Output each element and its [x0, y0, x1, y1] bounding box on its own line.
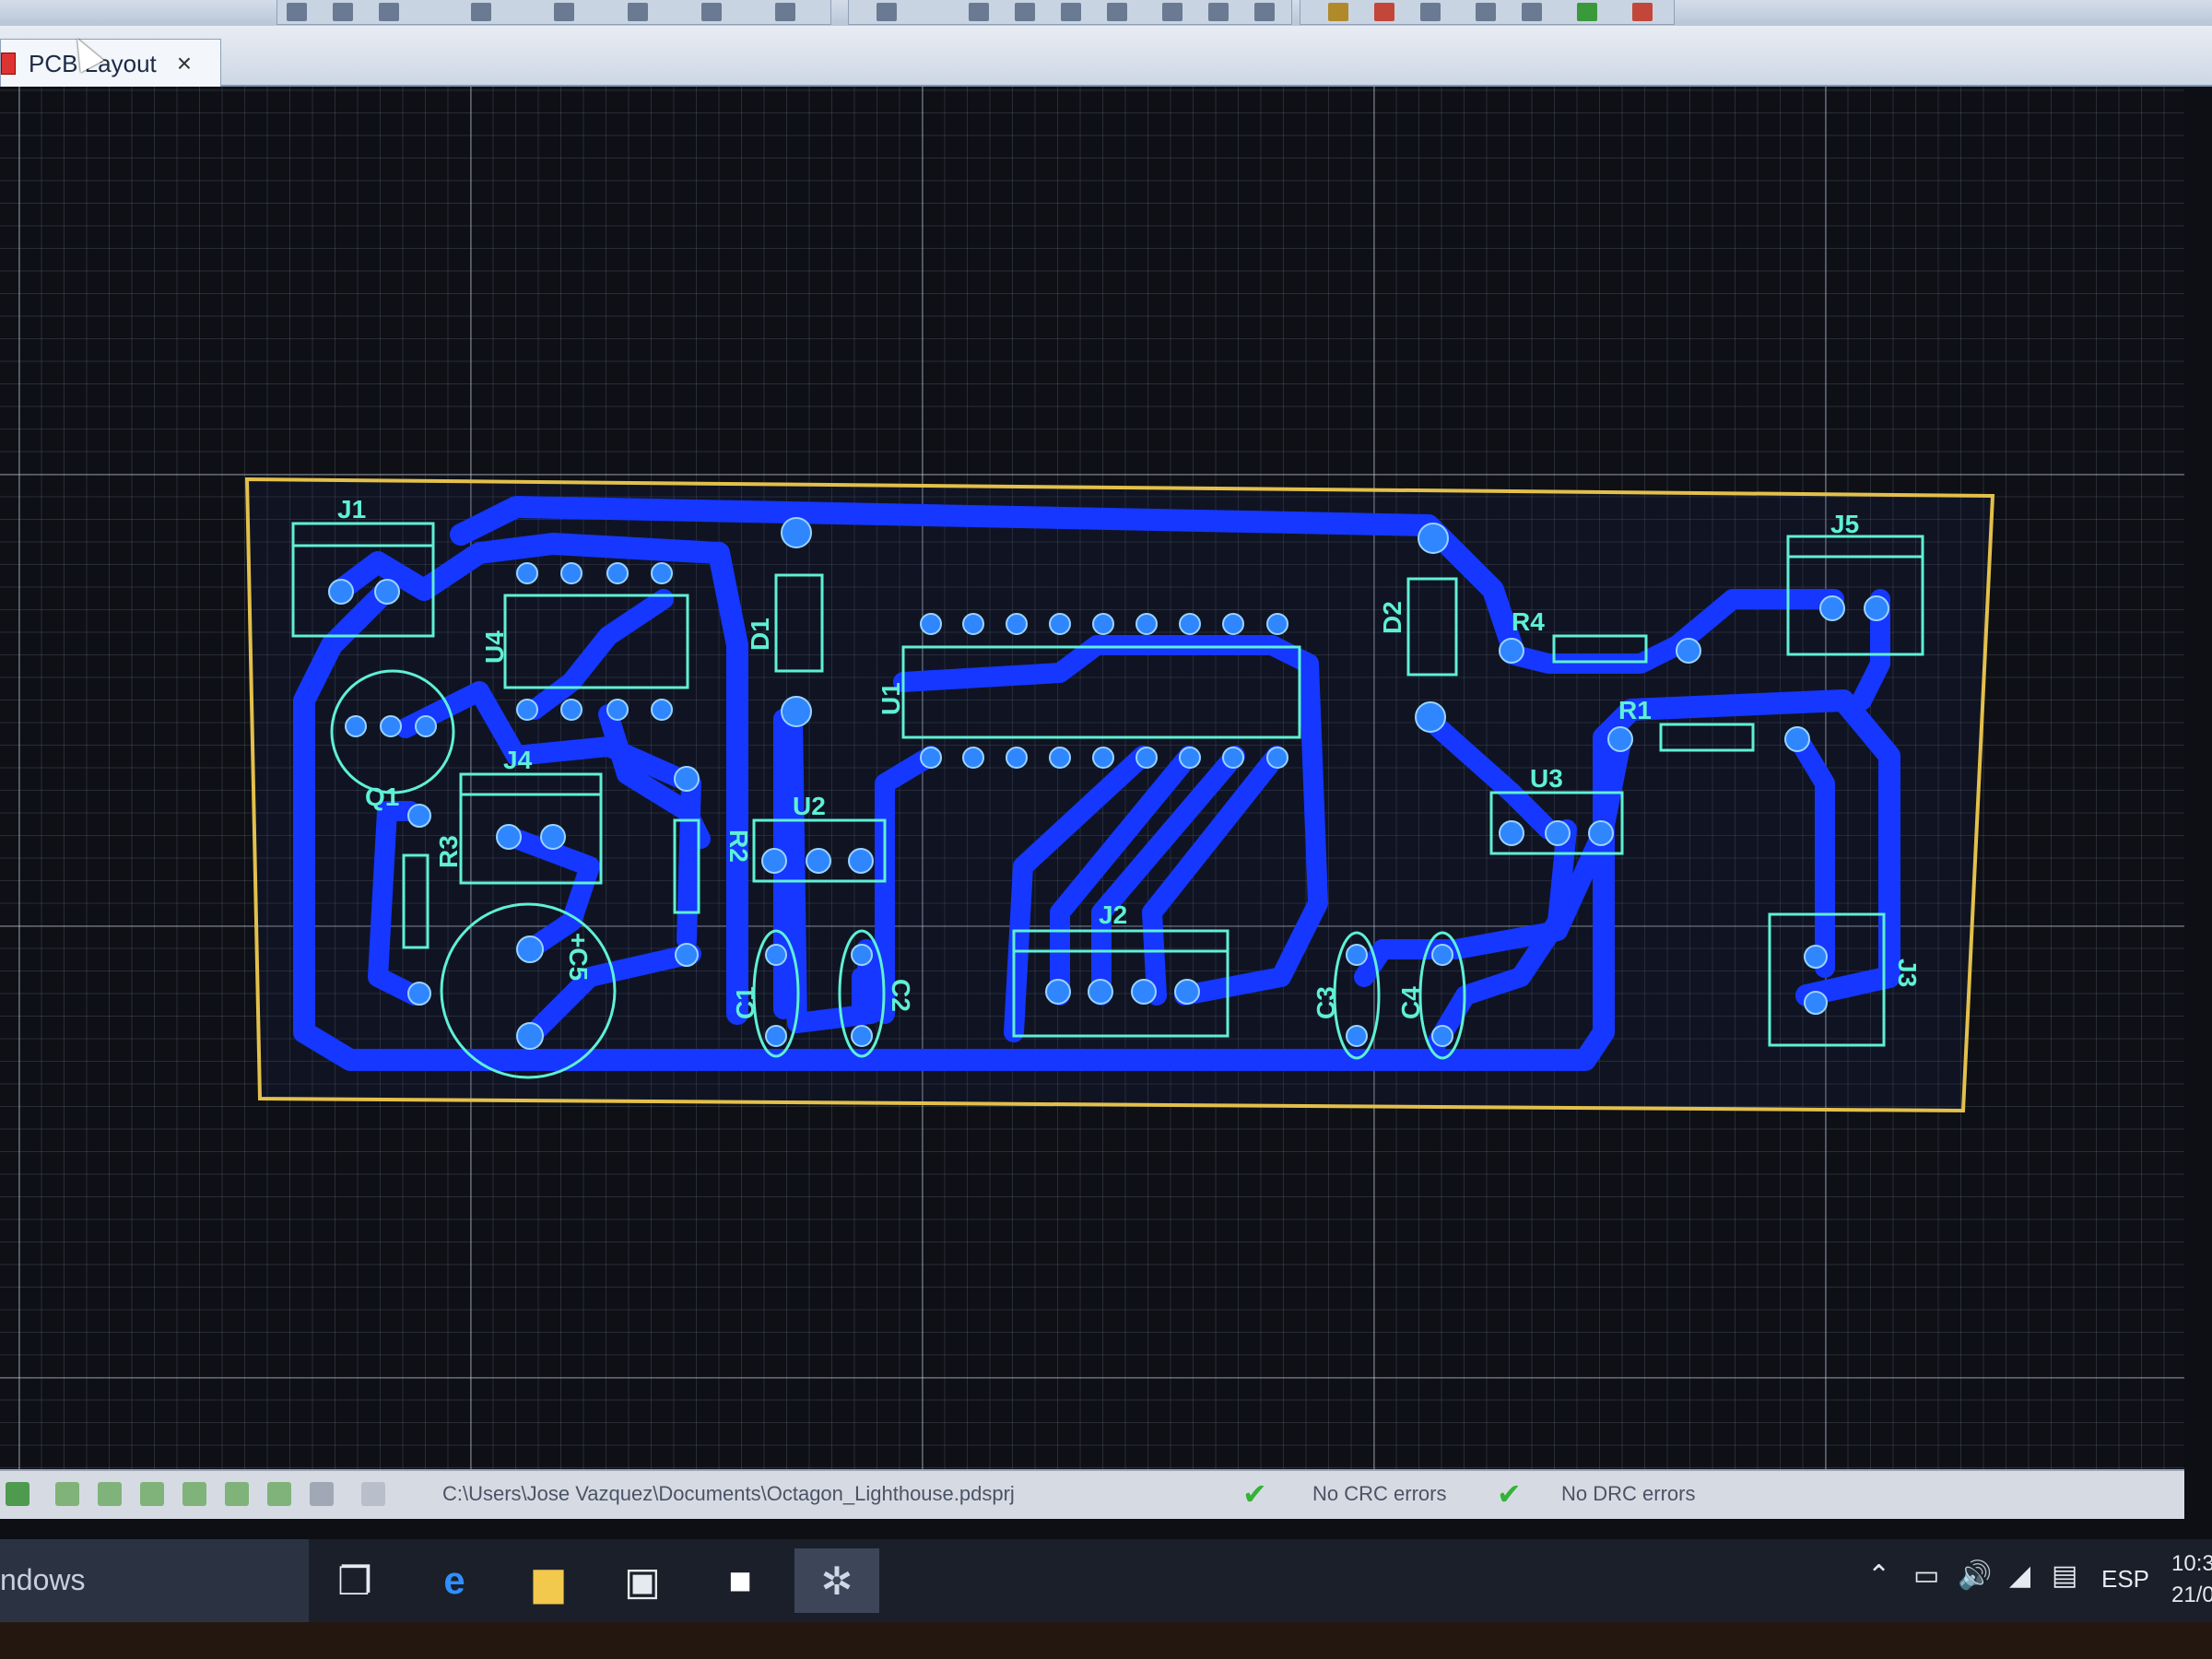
label-r1: R1: [1618, 696, 1652, 724]
label-j2: J2: [1099, 900, 1127, 929]
toolbar-button[interactable]: [1476, 3, 1496, 21]
record-icon[interactable]: [140, 1482, 164, 1506]
label-j5: J5: [1830, 510, 1859, 538]
toolbar-button[interactable]: [1420, 3, 1441, 21]
status-bar: C:\Users\Jose Vazquez\Documents\Octagon_…: [0, 1469, 2184, 1519]
start-area[interactable]: ndows: [0, 1539, 309, 1622]
label-c2: C2: [887, 979, 915, 1012]
start-text: ndows: [0, 1563, 86, 1596]
label-j3: J3: [1893, 959, 1922, 987]
app-window-icon[interactable]: ■: [715, 1556, 765, 1606]
toolbar-button[interactable]: [1632, 3, 1653, 21]
clock[interactable]: 10:3 21/0: [2171, 1548, 2212, 1611]
label-c1: C1: [731, 986, 759, 1019]
toolbar-group-edit: [276, 0, 831, 25]
toolbar-button[interactable]: [628, 3, 648, 21]
label-c4: C4: [1396, 986, 1425, 1019]
monitor-bezel: [0, 1622, 2212, 1659]
label-q1: Q1: [365, 782, 399, 811]
windows-taskbar: ndows ❐ e ▆ ▣ ■ ✲ ⌃ ▭ 🔊 ◢ ▤ ESP 10:3 21/…: [0, 1539, 2212, 1622]
toolbar-button[interactable]: [471, 3, 491, 21]
t-tool-icon[interactable]: [267, 1482, 291, 1506]
project-path: C:\Users\Jose Vazquez\Documents\Octagon_…: [442, 1482, 1015, 1505]
proteus-app-icon[interactable]: ✲: [794, 1548, 879, 1613]
toolbar-button[interactable]: [554, 3, 574, 21]
pointer-tool-icon[interactable]: [361, 1482, 385, 1506]
toolbar-button[interactable]: [333, 3, 353, 21]
check-icon: ✔: [1242, 1477, 1267, 1511]
zoom-icon[interactable]: [1162, 3, 1182, 21]
language-indicator[interactable]: ESP: [2101, 1565, 2149, 1594]
clock-date: 21/0: [2171, 1583, 2212, 1607]
toolbar-button[interactable]: [877, 3, 897, 21]
wifi-icon[interactable]: ◢: [2009, 1559, 2030, 1592]
task-view-icon[interactable]: ❐: [330, 1556, 380, 1606]
toolbar-button[interactable]: [969, 3, 989, 21]
label-r3: R3: [434, 835, 463, 868]
toolbar-button[interactable]: [1522, 3, 1542, 21]
toolbar-button[interactable]: [287, 3, 307, 21]
label-u1: U1: [877, 682, 905, 715]
toolbar-button[interactable]: [1208, 3, 1229, 21]
toolbar-button[interactable]: [1107, 3, 1127, 21]
label-u3: U3: [1530, 764, 1563, 793]
toolbar-button[interactable]: [1254, 3, 1275, 21]
label-j1: J1: [337, 495, 366, 524]
route-icon[interactable]: [182, 1482, 206, 1506]
cross-tool-icon[interactable]: [310, 1482, 334, 1506]
crc-status: No CRC errors: [1312, 1482, 1447, 1505]
volume-icon[interactable]: 🔊: [1958, 1559, 1992, 1592]
chevron-up-icon[interactable]: ⌃: [1867, 1559, 1890, 1592]
label-r4: R4: [1512, 607, 1545, 636]
main-toolbar: [0, 0, 2212, 26]
text-tool-icon[interactable]: [225, 1482, 249, 1506]
toolbar-button[interactable]: [1374, 3, 1394, 21]
tab-pcb-layout[interactable]: PCB Layout ×: [0, 39, 221, 88]
label-d2: D2: [1378, 601, 1406, 634]
play-icon[interactable]: [55, 1482, 79, 1506]
file-explorer-icon[interactable]: ▆: [524, 1556, 573, 1606]
step-icon[interactable]: [98, 1482, 122, 1506]
document-tabbar: PCB Layout ×: [0, 26, 2212, 88]
toolbar-button[interactable]: [1328, 3, 1348, 21]
toolbar-button[interactable]: [701, 3, 722, 21]
toolbar-button[interactable]: [1015, 3, 1035, 21]
label-r2: R2: [724, 830, 753, 863]
check-icon: ✔: [1497, 1477, 1522, 1511]
toolbar-button[interactable]: [775, 3, 795, 21]
store-icon[interactable]: ▣: [618, 1556, 667, 1606]
label-c3: C3: [1312, 986, 1340, 1019]
toolbar-button[interactable]: [1577, 3, 1597, 21]
layer-tool-icon[interactable]: [6, 1482, 29, 1506]
edge-browser-icon[interactable]: e: [429, 1556, 479, 1606]
drc-status: No DRC errors: [1561, 1482, 1696, 1505]
battery-icon[interactable]: ▭: [1913, 1559, 1939, 1592]
toolbar-group-view: [848, 0, 1292, 25]
notification-icon[interactable]: ▤: [2052, 1559, 2077, 1592]
label-c5: +C5: [564, 933, 593, 981]
label-u2: U2: [793, 792, 826, 820]
close-icon[interactable]: ×: [177, 49, 192, 78]
pcb-icon: [1, 53, 16, 75]
label-d1: D1: [746, 618, 774, 651]
pcb-drawing: J1 J4 J5 J2 U2 U3 R4 R1 Q1 U4 U1 D1 D2 R…: [244, 477, 1995, 1113]
toolbar-button[interactable]: [379, 3, 399, 21]
toolbar-button[interactable]: [1061, 3, 1081, 21]
clock-time: 10:3: [2171, 1551, 2212, 1576]
toolbar-group-tools: [1300, 0, 1675, 25]
pcb-canvas[interactable]: J1 J4 J5 J2 U2 U3 R4 R1 Q1 U4 U1 D1 D2 R…: [0, 87, 2184, 1469]
label-j4: J4: [503, 746, 533, 774]
label-u4: U4: [480, 630, 509, 664]
